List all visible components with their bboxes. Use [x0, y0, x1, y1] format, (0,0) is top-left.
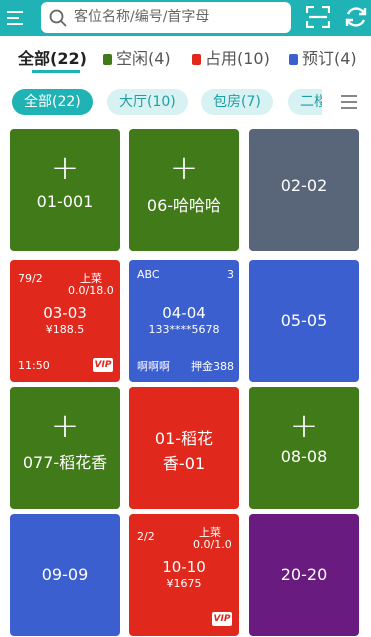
order-amount: ¥188.5 — [45, 323, 85, 336]
guest-count: 79/2 — [18, 272, 43, 285]
table-name: 08-08 — [280, 447, 328, 466]
scan-icon[interactable] — [306, 6, 330, 28]
area-tab-all[interactable]: 全部(22) — [12, 89, 93, 115]
table-name: 05-05 — [280, 311, 328, 330]
table-name: 03-03 — [43, 304, 87, 322]
table-tile-09-09[interactable]: 09-09 — [10, 514, 120, 636]
open-time: 11:50 — [18, 359, 50, 372]
menu-icon[interactable] — [7, 9, 23, 26]
search-icon — [49, 9, 67, 27]
serve-progress: 0.0/1.0 — [193, 538, 232, 551]
tab-all[interactable]: 全部(22) — [18, 45, 87, 69]
vip-badge: VIP — [212, 612, 232, 626]
idle-dot — [103, 54, 112, 65]
occupied-dot — [192, 54, 201, 65]
table-name: 10-10 — [162, 558, 206, 576]
table-tile-05-05[interactable]: 05-05 — [249, 260, 359, 382]
reserved-dot — [289, 54, 298, 65]
add-icon: + — [289, 406, 319, 446]
tab-underline — [32, 70, 80, 73]
refresh-icon[interactable] — [344, 5, 368, 29]
table-name: 04-04 — [162, 304, 206, 322]
search-box[interactable] — [41, 2, 291, 33]
reservation-note: 啊啊啊 — [137, 360, 170, 373]
table-tile-08-08[interactable]: + 08-08 — [249, 387, 359, 509]
customer-label: ABC — [137, 268, 160, 281]
serve-progress: 0.0/18.0 — [68, 284, 114, 297]
table-name-line1: 01-稻花 — [154, 429, 214, 448]
tab-reserved-label: 预订(4) — [302, 49, 357, 68]
list-icon[interactable] — [341, 95, 357, 109]
table-tile-03-03[interactable]: 79/2 上菜 0.0/18.0 03-03 ¥188.5 11:50 VIP — [10, 260, 120, 382]
tab-idle-label: 空闲(4) — [116, 49, 171, 68]
tab-occupied[interactable]: 占用(10) — [192, 45, 270, 69]
area-tabs: 全部(22) 大厅(10) 包房(7) 二楼 — [0, 86, 371, 118]
guest-count: 2/2 — [137, 530, 155, 543]
app-header — [0, 0, 371, 36]
add-icon: + — [50, 148, 80, 188]
table-name: 077-稻花香 — [22, 453, 108, 472]
guest-count: 3 — [227, 268, 234, 281]
table-tile-06[interactable]: + 06-哈哈哈 — [129, 129, 239, 251]
tab-occupied-label: 占用(10) — [205, 49, 270, 68]
order-amount: ¥1675 — [166, 577, 202, 590]
table-name: 02-02 — [280, 176, 328, 195]
vip-badge: VIP — [93, 358, 113, 372]
area-tab-room[interactable]: 包房(7) — [201, 89, 273, 115]
table-tile-077[interactable]: + 077-稻花香 — [10, 387, 120, 509]
table-tile-01-rice[interactable]: 01-稻花 香-01 — [129, 387, 239, 509]
area-tab-hall[interactable]: 大厅(10) — [107, 89, 188, 115]
table-tile-01-001[interactable]: + 01-001 — [10, 129, 120, 251]
table-name: 01-001 — [36, 192, 94, 211]
table-tile-10-10[interactable]: 2/2 上菜 0.0/1.0 10-10 ¥1675 VIP — [129, 514, 239, 636]
tab-idle[interactable]: 空闲(4) — [103, 45, 171, 69]
table-tile-04-04[interactable]: ABC 3 04-04 133****5678 啊啊啊 押金388 — [129, 260, 239, 382]
search-input[interactable] — [74, 6, 284, 28]
table-tile-02-02[interactable]: 02-02 — [249, 129, 359, 251]
table-tile-20-20[interactable]: 20-20 — [249, 514, 359, 636]
deposit-amount: 押金388 — [191, 360, 234, 373]
table-name-line2: 香-01 — [162, 454, 206, 473]
add-icon: + — [169, 148, 199, 188]
add-icon: + — [50, 406, 80, 446]
table-name: 20-20 — [280, 565, 328, 584]
customer-phone: 133****5678 — [148, 323, 220, 336]
tab-reserved[interactable]: 预订(4) — [289, 45, 357, 69]
table-name: 09-09 — [41, 565, 89, 584]
table-name: 06-哈哈哈 — [146, 196, 222, 215]
